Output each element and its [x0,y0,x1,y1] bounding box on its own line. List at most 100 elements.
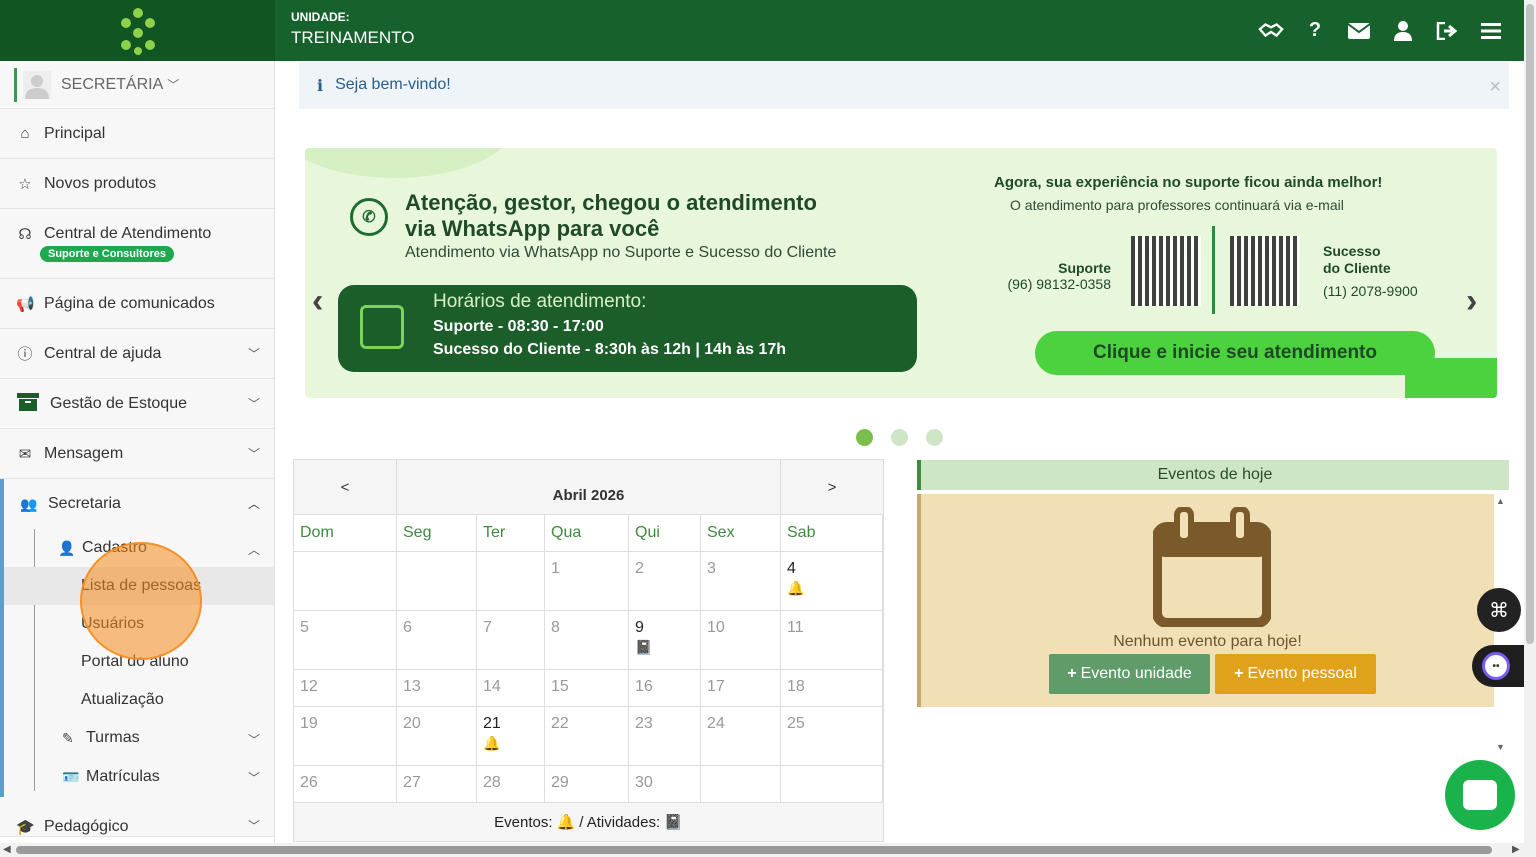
sidebar-item-estoque[interactable]: Gestão de Estoque ﹀ [0,379,274,429]
scroll-right-icon[interactable]: ▶ [1512,844,1520,855]
hours-title: Horários de atendimento: [433,291,647,312]
chat-button[interactable] [1445,760,1515,830]
apps-icon[interactable]: ⌘ [1477,588,1521,632]
sidebar-item-comunicados[interactable]: 📢 Página de comunicados [0,279,274,329]
sidebar-item-pedagogico[interactable]: 🎓 Pedagógico ﹀ [0,797,274,837]
chevron-down-icon: ﹀ [247,771,260,785]
handshake-icon[interactable] [1258,18,1284,44]
carousel-prev-icon[interactable]: ‹ [312,282,323,321]
plus-icon: + [1067,665,1077,682]
logo[interactable] [0,0,275,61]
calendar-day[interactable]: 12 [294,670,397,707]
chevron-down-icon: ﹀ [167,78,180,92]
calendar-day[interactable]: 30 [629,766,701,803]
button-label: Evento pessoal [1247,665,1357,682]
sidebar-item-usuarios[interactable]: Usuários [4,605,274,643]
calendar-day[interactable]: 19 [294,707,397,766]
sidebar-item-secretaria[interactable]: 👥 Secretaria ︿ [4,479,274,529]
carousel-dot[interactable] [891,429,908,446]
sidebar-item-label: Turmas [86,729,140,746]
calendar-day[interactable]: 13 [397,670,477,707]
scroll-down-icon[interactable]: ▼ [1496,742,1505,752]
home-icon: ⌂ [20,125,30,142]
sidebar-item-lista-pessoas[interactable]: Lista de pessoas [4,567,274,605]
calendar-day[interactable]: 8 [545,611,629,670]
sidebar-section-secretaria: 👥 Secretaria ︿ 👤 Cadastro ︿ Lista de pes… [0,479,274,797]
user-selector[interactable]: SECRETÁRIA ﹀ [0,61,274,109]
calendar-day[interactable]: 27 [397,766,477,803]
sidebar-item-matriculas[interactable]: 🪪 Matrículas ﹀ [4,757,274,797]
sidebar-item-label: Pedagógico [44,818,129,835]
calendar-day[interactable]: 17 [701,670,781,707]
calendar-day[interactable]: 14 [477,670,545,707]
calendar-day[interactable]: 1 [545,552,629,611]
calendar-day[interactable]: 23 [629,707,701,766]
calendar-day[interactable]: 10 [701,611,781,670]
menu-icon[interactable] [1478,18,1504,44]
calendar-day[interactable]: 4 🔔 [781,552,883,611]
calendar-day[interactable]: 7 [477,611,545,670]
calendar-month: Abril 2026 [552,487,625,504]
user-icon[interactable] [1390,18,1416,44]
info-icon: ⓘ [17,346,33,363]
calendar-day[interactable]: 6 [397,611,477,670]
calendar-next-button[interactable]: > [780,460,883,514]
top-icons: ? [1258,0,1504,61]
sidebar-item-novos-produtos[interactable]: ☆ Novos produtos [0,159,274,209]
calendar-day[interactable]: 25 [781,707,883,766]
chevron-down-icon: ﹀ [247,447,260,461]
add-personal-event-button[interactable]: + Evento pessoal [1215,654,1376,694]
calendar-day[interactable]: 22 [545,707,629,766]
calendar-day[interactable]: 16 [629,670,701,707]
carousel-dot[interactable] [926,429,943,446]
scrollbar-thumb[interactable] [1526,4,1534,644]
scroll-up-icon[interactable]: ▲ [1496,496,1505,506]
calendar-day[interactable]: 29 [545,766,629,803]
events-panel: Nenhum evento para hoje! + Evento unidad… [917,494,1494,707]
calendar-day[interactable]: 28 [477,766,545,803]
close-icon[interactable]: × [1489,76,1501,99]
sidebar-item-label: Principal [44,124,106,142]
sidebar-item-central-ajuda[interactable]: ⓘ Central de ajuda ﹀ [0,329,274,379]
sidebar-item-cadastro[interactable]: 👤 Cadastro ︿ [4,529,274,567]
button-label: Evento unidade [1080,665,1192,682]
qr-code-icon [1230,236,1300,306]
sidebar-item-turmas[interactable]: ✎ Turmas ﹀ [4,719,274,757]
calendar-day[interactable]: 18 [781,670,883,707]
horizontal-scrollbar[interactable]: ◀ ▶ [0,843,1536,857]
carousel-next-icon[interactable]: › [1466,282,1477,321]
cta-button[interactable]: Clique e inicie seu atendimento [1035,331,1435,375]
sidebar-item-mensagem[interactable]: ✉ Mensagem ﹀ [0,429,274,479]
scroll-left-icon[interactable]: ◀ [3,844,11,855]
help-icon[interactable]: ? [1302,18,1328,44]
assistant-widget[interactable]: •• [1472,645,1528,687]
calendar-day[interactable]: 11 [781,611,883,670]
vertical-scrollbar[interactable] [1524,0,1536,843]
sidebar-item-label: Atualização [81,691,164,708]
calendar-day[interactable]: 9 📓 [629,611,701,670]
sidebar-item-principal[interactable]: ⌂ Principal [0,109,274,159]
calendar-day[interactable]: 3 [701,552,781,611]
add-unit-event-button[interactable]: + Evento unidade [1049,654,1210,694]
sidebar-item-label: Mensagem [44,444,124,462]
chevron-down-icon: ﹀ [247,733,260,747]
calendar-day[interactable]: 15 [545,670,629,707]
mail-icon[interactable] [1346,18,1372,44]
calendar-day[interactable]: 20 [397,707,477,766]
calendar-day[interactable]: 2 [629,552,701,611]
calendar-day[interactable]: 24 [701,707,781,766]
user-role: SECRETÁRIA [61,75,164,93]
calendar-day[interactable]: 5 [294,611,397,670]
carousel-banner[interactable]: ✆ Atenção, gestor, chegou o atendimento … [305,148,1497,398]
carousel-dot[interactable] [856,429,873,446]
calendar-day[interactable]: 21 🔔 [477,707,545,766]
calendar-day[interactable]: 26 [294,766,397,803]
sidebar-item-central-atendimento[interactable]: ☊ Central de Atendimento Suporte e Consu… [0,209,274,279]
logout-icon[interactable] [1434,18,1460,44]
sidebar-item-portal-aluno[interactable]: Portal do aluno [4,643,274,681]
events-header: Eventos de hoje [917,460,1509,490]
sidebar-item-label: Lista de pessoas [81,577,202,594]
sidebar-item-atualizacao[interactable]: Atualização [4,681,274,719]
calendar-prev-button[interactable]: < [294,460,397,514]
scrollbar-thumb[interactable] [16,846,1492,854]
